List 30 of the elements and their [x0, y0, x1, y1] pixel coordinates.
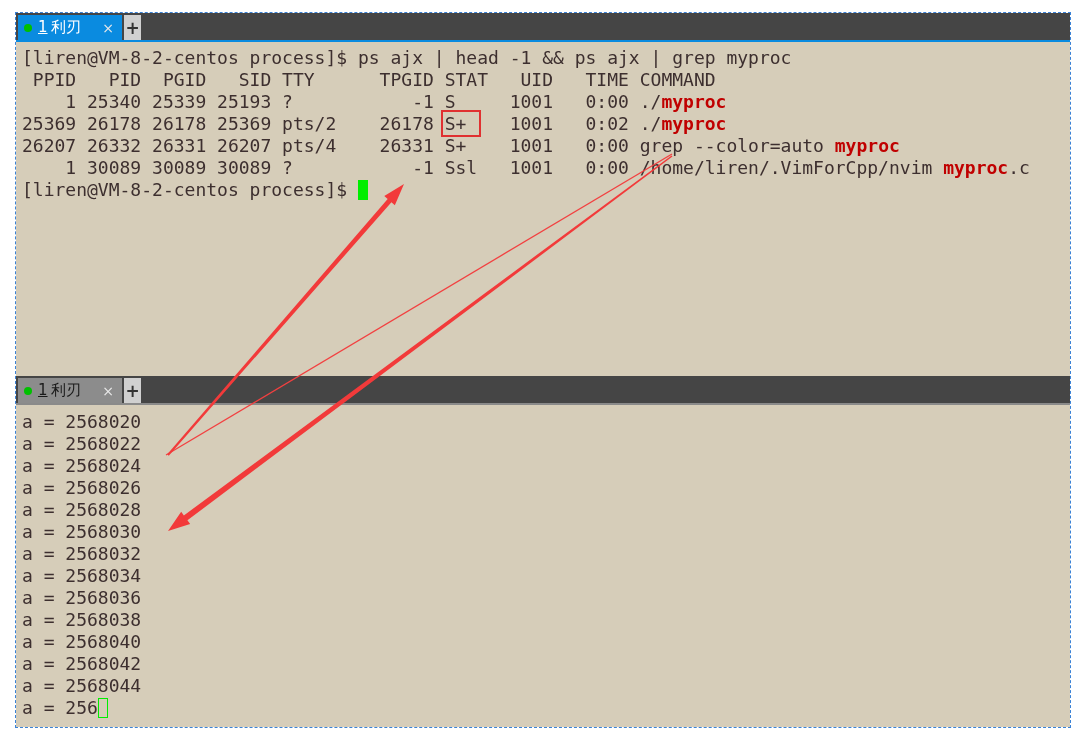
terminal-line: a = 256: [22, 697, 98, 718]
terminal-line: a = 2568032: [22, 543, 143, 565]
terminal-line: a = 2568028: [22, 499, 143, 521]
close-tab-button[interactable]: ×: [102, 19, 114, 36]
terminal-line: a = 2568042: [22, 653, 143, 675]
terminal-line: a = 2568020: [22, 411, 143, 433]
terminal-line: 26207 26332 26331 26207 pts/4 26331 S+ 1001 0:00 grep --color=auto myproc: [22, 135, 901, 157]
terminal-line: a = 2568038: [22, 609, 143, 631]
status-dot-icon: [24, 23, 32, 32]
terminal-line: 1 25340 25339 25193 ? -1 S 1001 0:00 ./myproc: [64, 91, 728, 113]
terminal-line: [liren@VM-8-2-centos process]$ ps ajx | head -1 && ps ajx | grep myproc: [22, 47, 793, 69]
terminal-line: a = 2568036: [22, 587, 143, 609]
terminal-tab[interactable]: 1 利刃 ×: [18, 15, 122, 40]
terminal-line: a = 2568026: [22, 477, 143, 499]
terminal-tab[interactable]: 1 利刃 ×: [18, 378, 122, 403]
terminal-line: a = 2568034: [22, 565, 143, 587]
terminal-line: [liren@VM-8-2-centos process]$: [22, 179, 349, 200]
terminal-line: a = 2568024: [22, 455, 143, 477]
terminal-line: a = 2568030: [22, 521, 143, 543]
status-dot-icon: [24, 386, 32, 395]
tab-label: 1 利刃: [38, 18, 81, 37]
terminal-line: 25369 26178 26178 25369 pts/2 26178 S+ 1001 0:02 ./myproc: [22, 113, 1070, 135]
new-tab-button[interactable]: +: [124, 378, 141, 403]
close-tab-button[interactable]: ×: [102, 382, 114, 399]
terminal-line: PPID PID PGID SID TTY TPGID STAT UID TIME COMMAND: [31, 69, 717, 91]
tab-label: 1 利刃: [38, 381, 81, 400]
terminal-line: a = 2568022: [22, 433, 143, 455]
terminal-line: a = 2568044: [22, 675, 143, 697]
terminal-line: a = 2568040: [22, 631, 143, 653]
new-tab-button[interactable]: +: [124, 15, 141, 40]
